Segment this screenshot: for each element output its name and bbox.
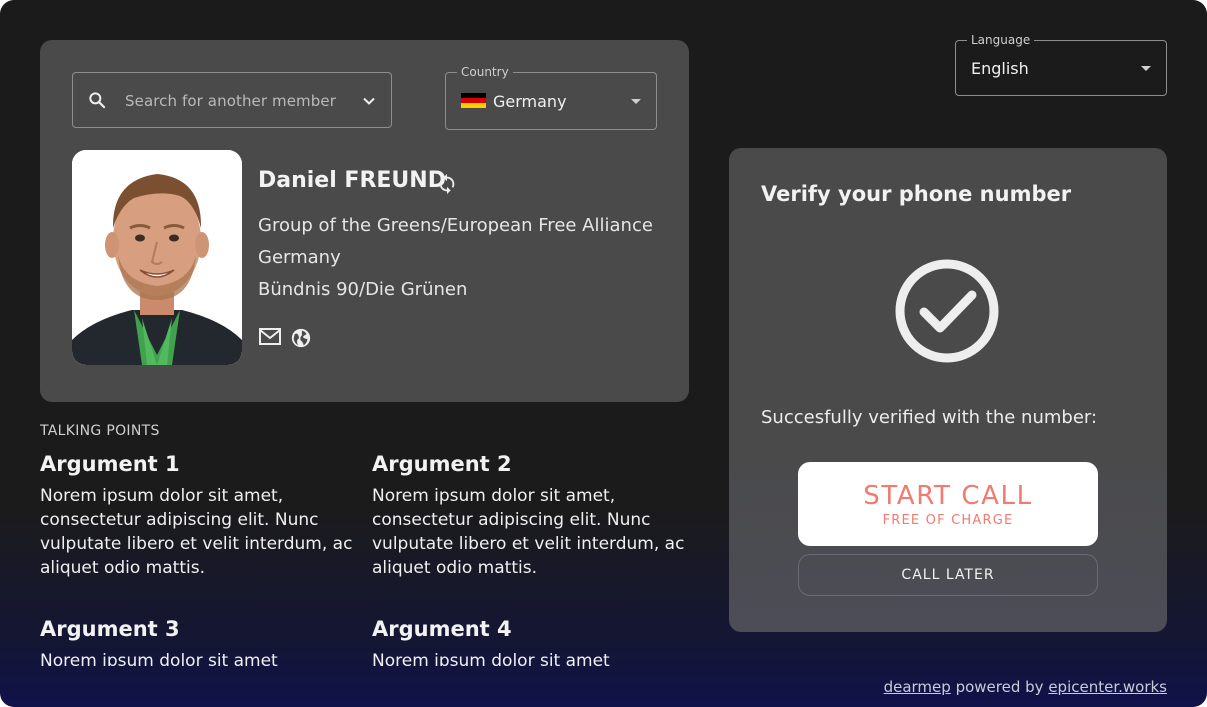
talking-point-title: Argument 1	[40, 452, 180, 476]
start-call-button[interactable]: START CALL FREE OF CHARGE	[798, 462, 1098, 546]
mep-photo	[72, 150, 242, 365]
call-later-button[interactable]: CALL LATER	[798, 554, 1098, 596]
germany-flag-icon	[461, 93, 486, 108]
start-call-sublabel: FREE OF CHARGE	[882, 513, 1014, 528]
epicenter-works-link[interactable]: epicenter.works	[1048, 678, 1167, 696]
verify-title: Verify your phone number	[761, 182, 1072, 206]
dearmep-link[interactable]: dearmep	[884, 678, 951, 696]
talking-point: Argument 2 Norem ipsum dolor sit amet, c…	[372, 452, 697, 580]
mep-party: Bündnis 90/Die Grünen	[258, 279, 468, 300]
talking-point-title: Argument 3	[40, 617, 180, 641]
verified-message: Succesfully verified with the number:	[761, 407, 1098, 428]
mep-name: Daniel FREUND	[258, 168, 446, 193]
search-input[interactable]: Search for another member	[125, 92, 336, 110]
talking-point-title: Argument 4	[372, 617, 512, 641]
talking-point: Argument 3 Norem ipsum dolor sit amet	[40, 617, 365, 666]
check-circle-icon	[895, 259, 999, 363]
talking-point-text: Norem ipsum dolor sit amet, consectetur …	[40, 486, 353, 578]
globe-icon[interactable]	[290, 327, 312, 349]
dropdown-arrow-icon	[631, 99, 641, 104]
mep-country: Germany	[258, 247, 341, 268]
talking-point-text: Norem ipsum dolor sit amet	[372, 651, 610, 666]
language-label: Language	[967, 33, 1035, 47]
talking-point: Argument 1 Norem ipsum dolor sit amet, c…	[40, 452, 365, 580]
talking-point-text: Norem ipsum dolor sit amet	[40, 651, 278, 666]
footer: dearmep powered by epicenter.works	[884, 678, 1167, 696]
verify-card: Verify your phone number Succesfully ver…	[729, 148, 1167, 632]
language-value: English	[971, 59, 1029, 78]
talking-points-list[interactable]: Argument 1 Norem ipsum dolor sit amet, c…	[40, 448, 700, 666]
language-select[interactable]: Language English	[955, 33, 1167, 96]
talking-point-text: Norem ipsum dolor sit amet, consectetur …	[372, 486, 685, 578]
chevron-down-icon[interactable]	[361, 93, 377, 109]
member-search-field[interactable]: Search for another member	[72, 72, 392, 128]
refresh-icon[interactable]	[436, 173, 458, 195]
mep-group: Group of the Greens/European Free Allian…	[258, 215, 653, 236]
country-value: Germany	[493, 92, 567, 111]
talking-point-title: Argument 2	[372, 452, 512, 476]
talking-points-heading: TALKING POINTS	[40, 423, 160, 439]
start-call-label: START CALL	[863, 481, 1033, 511]
talking-point: Argument 4 Norem ipsum dolor sit amet	[372, 617, 697, 666]
country-select[interactable]: Country Germany	[445, 65, 657, 130]
mail-icon[interactable]	[258, 327, 282, 347]
country-label: Country	[457, 65, 513, 79]
search-icon	[89, 92, 106, 109]
powered-by-text: powered by	[955, 678, 1044, 696]
dropdown-arrow-icon	[1141, 66, 1151, 71]
member-card: Search for another member Country German…	[40, 40, 689, 402]
app-window: Search for another member Country German…	[0, 0, 1207, 707]
